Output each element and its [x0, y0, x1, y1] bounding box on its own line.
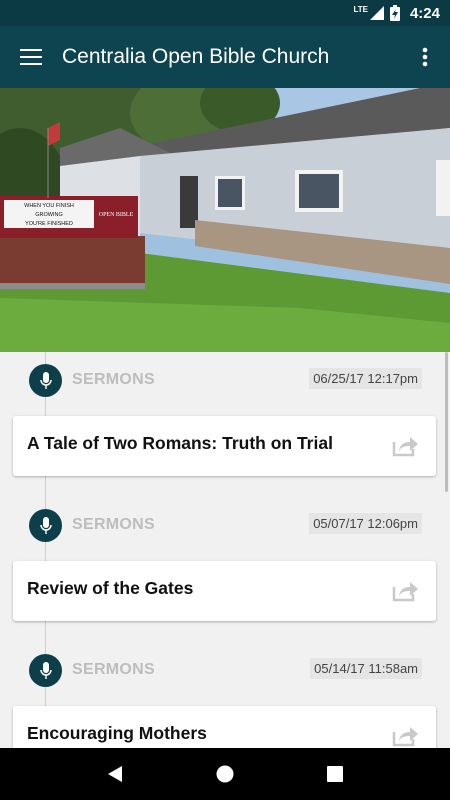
- signal-icon: [369, 6, 384, 20]
- microphone-icon: [29, 364, 62, 397]
- sign-logo: OPEN BIBLE: [99, 212, 134, 218]
- network-type: LTE: [353, 4, 368, 14]
- system-nav-bar: [0, 748, 450, 800]
- entry-date: 06/25/17 12:17pm: [309, 368, 422, 389]
- feed-entry: SERMONS 05/14/17 11:58am Encouraging Mot…: [0, 642, 450, 748]
- entry-category: SERMONS: [72, 371, 155, 388]
- back-button[interactable]: [85, 748, 145, 800]
- sermon-title: Review of the Gates: [27, 578, 194, 598]
- entry-category: SERMONS: [72, 661, 155, 678]
- entry-category: SERMONS: [72, 516, 155, 533]
- share-icon: [392, 727, 418, 747]
- menu-button[interactable]: [0, 26, 62, 88]
- sermon-feed[interactable]: SERMONS 06/25/17 12:17pm A Tale of Two R…: [0, 352, 450, 748]
- feed-entry: SERMONS 05/07/17 12:06pm Review of the G…: [0, 497, 450, 637]
- more-options-button[interactable]: [400, 26, 450, 88]
- entry-date: 05/07/17 12:06pm: [309, 513, 422, 534]
- page-title: Centralia Open Bible Church: [62, 45, 330, 68]
- hamburger-menu-icon: [20, 49, 42, 65]
- battery-charging-icon: [389, 5, 400, 21]
- sermon-card[interactable]: Encouraging Mothers: [13, 706, 436, 748]
- sermon-title: A Tale of Two Romans: Truth on Trial: [27, 433, 333, 453]
- share-button[interactable]: [390, 577, 420, 605]
- app-bar: Centralia Open Bible Church: [0, 26, 450, 88]
- clock: 4:24: [409, 4, 440, 22]
- sign-line-2: GROWING: [35, 212, 63, 218]
- home-button[interactable]: [195, 748, 255, 800]
- back-triangle-icon: [108, 766, 122, 782]
- recents-square-icon: [327, 766, 343, 782]
- sign-line-1: WHEN YOU FINISH: [24, 203, 74, 209]
- more-vert-icon: [422, 47, 428, 67]
- home-circle-icon: [216, 765, 234, 783]
- status-bar: LTE 4:24: [0, 0, 450, 26]
- share-button[interactable]: [390, 432, 420, 460]
- microphone-icon: [29, 654, 62, 687]
- share-icon: [392, 582, 418, 602]
- sermon-card[interactable]: Review of the Gates: [13, 561, 436, 621]
- sign-line-3: YOU'RE FINISHED: [25, 221, 73, 227]
- church-photo: WHEN YOU FINISH GROWING YOU'RE FINISHED …: [0, 88, 450, 352]
- sermon-card[interactable]: A Tale of Two Romans: Truth on Trial: [13, 416, 436, 476]
- share-icon: [392, 437, 418, 457]
- share-button[interactable]: [390, 722, 420, 748]
- entry-date: 05/14/17 11:58am: [310, 658, 422, 679]
- microphone-icon: [29, 509, 62, 542]
- feed-entry: SERMONS 06/25/17 12:17pm A Tale of Two R…: [0, 352, 450, 492]
- recents-button[interactable]: [305, 748, 365, 800]
- sermon-title: Encouraging Mothers: [27, 723, 207, 743]
